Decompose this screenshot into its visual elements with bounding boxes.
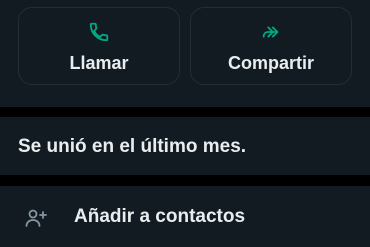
add-to-contacts-label: Añadir a contactos [74, 206, 246, 227]
call-button[interactable]: Llamar [18, 7, 180, 85]
add-to-contacts-button[interactable]: Añadir a contactos [0, 186, 370, 247]
joined-text: Se unió en el último mes. [18, 136, 247, 157]
share-button[interactable]: Compartir [190, 7, 352, 85]
joined-info-panel: Se unió en el último mes. [0, 117, 370, 175]
phone-icon [88, 21, 110, 43]
contacts-panel: Añadir a contactos [0, 186, 370, 247]
actions-panel: Llamar Compartir [0, 0, 370, 107]
forward-icon [260, 21, 282, 43]
share-label: Compartir [227, 53, 314, 73]
contact-info-screen: Llamar Compartir Se unió en el último me… [0, 0, 370, 247]
add-person-icon [24, 206, 48, 230]
call-label: Llamar [69, 53, 129, 73]
